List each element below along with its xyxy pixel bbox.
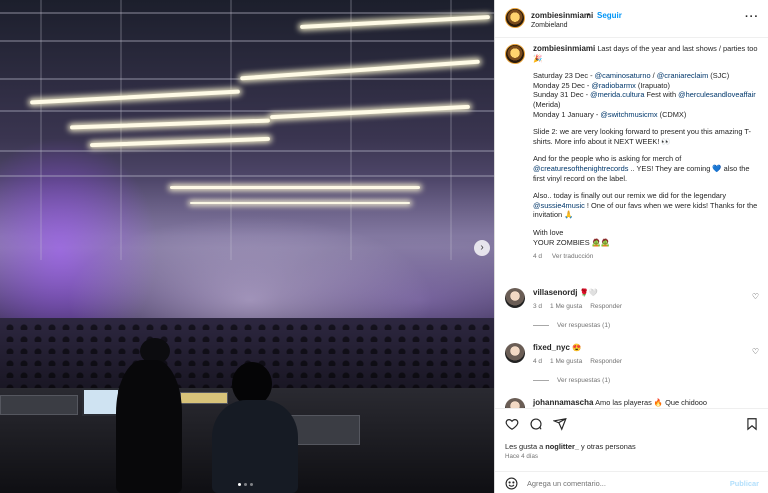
show-list: Saturday 23 Dec - @caminosaturno / @cran… <box>533 71 763 119</box>
bookmark-icon[interactable] <box>745 417 759 433</box>
caption-username[interactable]: zombiesinmiami <box>533 44 595 53</box>
reply-button[interactable]: Responder <box>590 358 622 365</box>
laptop <box>82 388 120 416</box>
heart-icon[interactable] <box>505 417 519 433</box>
stage-truss <box>0 12 494 14</box>
mention-link[interactable]: @craniareclaim <box>657 71 708 80</box>
light-beam <box>69 118 271 130</box>
carousel-dot <box>238 483 241 486</box>
post-time: Hace 4 días <box>505 453 539 460</box>
mention-link[interactable]: @creaturesofthenightrecords <box>533 164 628 173</box>
post-actions: Les gusta a noglitter_ y otras personas … <box>495 408 768 493</box>
show-item: Saturday 23 Dec - @caminosaturno / @cran… <box>533 71 730 81</box>
carousel-dot <box>250 483 253 486</box>
caption-age: 4 d <box>533 253 543 261</box>
light-beam <box>300 15 490 29</box>
carousel-dot <box>244 483 247 486</box>
mention-link[interactable]: @switchmusicmx <box>600 110 657 119</box>
comment-input[interactable]: Agrega un comentario... <box>527 479 606 488</box>
comment-likes[interactable]: 1 Me gusta <box>550 358 582 365</box>
commenter-avatar[interactable] <box>505 343 525 363</box>
mention-link[interactable]: @radiobarmx <box>591 81 635 90</box>
comment-username[interactable]: johannamascha <box>533 398 593 407</box>
caption-slide2: Slide 2: we are very looking forward to … <box>533 127 751 146</box>
heart-icon[interactable]: ♡ <box>752 292 759 301</box>
caption-merch: And for the people who is asking for mer… <box>533 154 750 183</box>
post-location[interactable]: Zombieland <box>531 22 568 29</box>
stage-truss <box>0 175 494 177</box>
add-comment-bar: Agrega un comentario... Publicar <box>495 471 768 493</box>
emoji-icon[interactable] <box>505 477 518 490</box>
caption-meta: 4 d Ver traducción <box>533 252 763 262</box>
mention-link[interactable]: @merida.cultura <box>590 90 644 99</box>
view-replies[interactable]: Ver respuestas (1) <box>533 322 763 329</box>
dj-person <box>116 360 182 493</box>
comment-username[interactable]: villasenordj <box>533 288 577 297</box>
follow-button[interactable]: Seguir <box>597 11 622 20</box>
reply-button[interactable]: Responder <box>590 303 622 310</box>
stage-haze <box>0 180 494 330</box>
show-item: Monday 1 January - @switchmusicmx (CDMX) <box>533 109 687 119</box>
comment-age: 4 d <box>533 357 543 365</box>
post-media[interactable]: › <box>0 0 494 493</box>
mixer <box>290 415 360 445</box>
stage-truss <box>0 40 494 42</box>
like-user[interactable]: noglitter_ <box>545 442 579 451</box>
controller <box>180 392 228 404</box>
comments-feed[interactable]: zombiesinmiami Last days of the year and… <box>495 38 768 408</box>
more-options-icon[interactable]: ··· <box>745 11 759 23</box>
mention-link[interactable]: @herculesandloveaffair <box>678 90 756 99</box>
stage-truss <box>0 150 494 152</box>
comment-likes[interactable]: 1 Me gusta <box>550 303 582 310</box>
comment: johannamascha Amo las playeras 🔥 Que chi… <box>505 398 763 408</box>
caption: zombiesinmiami Last days of the year and… <box>505 44 763 262</box>
author-avatar[interactable] <box>505 44 525 64</box>
separator-dot: • <box>587 10 590 19</box>
show-item: Sunday 31 Dec - @merida.cultura Fest wit… <box>533 90 756 109</box>
comment: fixed_nyc 😍 4 d 1 Me gusta Responder Ver r… <box>505 343 763 384</box>
mention-link[interactable]: @sussie4music <box>533 201 585 210</box>
comment-username[interactable]: fixed_nyc <box>533 343 570 352</box>
light-beam <box>270 104 470 120</box>
caption-remix: Also.. today is finally out our remix we… <box>533 191 758 220</box>
caption-signoff: With love YOUR ZOMBIES 🧟🧟 <box>533 227 611 247</box>
post-header: zombiesinmiami • Seguir Zombieland ··· <box>495 0 768 38</box>
dj-person <box>212 400 298 493</box>
comment-icon[interactable] <box>529 417 543 433</box>
share-icon[interactable] <box>552 417 567 433</box>
likes-summary[interactable]: Les gusta a noglitter_ y otras personas <box>505 442 636 451</box>
post-comment-button[interactable]: Publicar <box>730 479 759 488</box>
comment-text: Amo las playeras 🔥 Que chidooo <box>595 398 708 407</box>
author-avatar[interactable] <box>505 8 525 28</box>
light-beam <box>89 136 271 148</box>
show-item: Monday 25 Dec - @radiobarmx (Irapuato) <box>533 80 670 90</box>
turntable <box>0 395 78 415</box>
post-sidebar: zombiesinmiami • Seguir Zombieland ··· z… <box>494 0 768 493</box>
comment-text: 😍 <box>571 343 582 352</box>
next-slide-button[interactable]: › <box>474 240 490 256</box>
comment-age: 3 d <box>533 302 543 310</box>
comment: villasenordj 🌹🤍 3 d 1 Me gusta Responder V… <box>505 288 763 329</box>
commenter-avatar[interactable] <box>505 288 525 308</box>
mention-link[interactable]: @caminosaturno <box>595 71 651 80</box>
view-replies[interactable]: Ver respuestas (1) <box>533 377 763 384</box>
translate-link[interactable]: Ver traducción <box>552 253 594 260</box>
heart-icon[interactable]: ♡ <box>752 347 759 356</box>
light-beam <box>30 89 240 105</box>
comment-text: 🌹🤍 <box>579 288 598 297</box>
commenter-avatar[interactable] <box>505 398 525 408</box>
author-username[interactable]: zombiesinmiami <box>531 11 593 20</box>
carousel-dots <box>238 483 253 486</box>
